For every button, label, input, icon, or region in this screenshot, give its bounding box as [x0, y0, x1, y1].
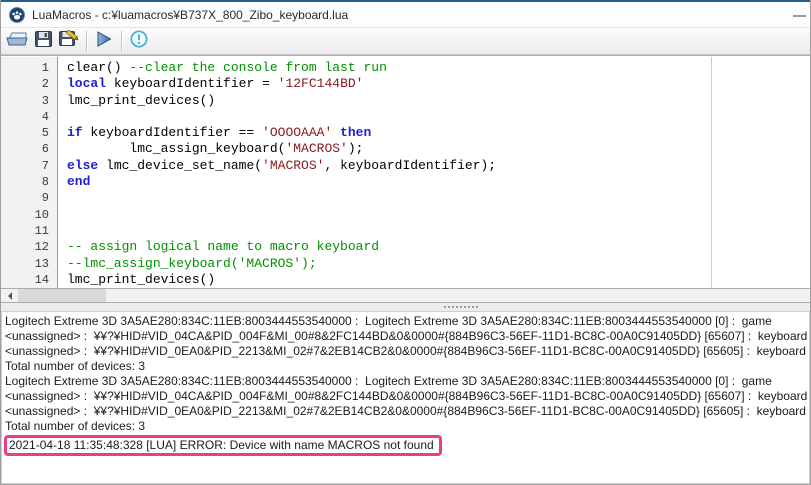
- grip-dots-icon: [444, 306, 478, 308]
- line-number: 6: [1, 141, 57, 157]
- scroll-left-arrow-icon: [8, 292, 12, 300]
- code-line[interactable]: [67, 190, 810, 206]
- save-as-button[interactable]: [56, 29, 82, 53]
- code-token: lmc_print_devices(): [67, 93, 215, 108]
- code-token: [332, 125, 340, 140]
- code-token: keyboardIdentifier =: [106, 76, 278, 91]
- editor-gutter: 123456789101112131415: [1, 57, 58, 288]
- code-token: then: [340, 125, 371, 140]
- code-token: lmc_print_devices(): [67, 272, 215, 287]
- console-line: <unassigned> : ¥¥?¥HID#VID_0EA0&PID_2213…: [5, 404, 809, 419]
- save-button[interactable]: [30, 29, 56, 53]
- line-number: 12: [1, 239, 57, 255]
- line-number: 8: [1, 174, 57, 190]
- splitter[interactable]: [1, 303, 810, 311]
- line-number: 11: [1, 223, 57, 239]
- console-panel[interactable]: Logitech Extreme 3D 3A5AE280:834C:11EB:8…: [1, 311, 810, 484]
- toolbar: [1, 27, 810, 55]
- run-icon: [97, 31, 112, 52]
- line-number: 2: [1, 76, 57, 92]
- toolbar-separator: [86, 31, 87, 51]
- console-line: Logitech Extreme 3D 3A5AE280:834C:11EB:8…: [5, 374, 809, 389]
- line-number: 7: [1, 158, 57, 174]
- window-title: LuaMacros - c:¥luamacros¥B737X_800_Zibo_…: [32, 8, 348, 22]
- code-token: );: [348, 141, 364, 156]
- code-token: local: [67, 76, 106, 91]
- code-token: lmc_device_set_name(: [98, 158, 262, 173]
- paw-icon: [9, 7, 25, 23]
- line-number: 5: [1, 125, 57, 141]
- console-line: <unassigned> : ¥¥?¥HID#VID_04CA&PID_004F…: [5, 329, 809, 344]
- line-number: 4: [1, 109, 57, 125]
- code-line[interactable]: -- assign logical name to macro keyboard: [67, 239, 810, 255]
- code-token: '12FC144BD': [278, 76, 364, 91]
- code-line[interactable]: [67, 207, 810, 223]
- right-margin-line: [711, 57, 712, 288]
- code-line[interactable]: if keyboardIdentifier == 'OOOOAAA' then: [67, 125, 810, 141]
- code-token: --clear the console from last run: [129, 60, 386, 75]
- code-line[interactable]: lmc_assign_keyboard('MACROS');: [67, 141, 810, 157]
- code-editor[interactable]: 123456789101112131415 clear() --clear th…: [1, 55, 810, 288]
- horizontal-scrollbar[interactable]: [1, 288, 810, 303]
- code-token: --lmc_assign_keyboard('MACROS');: [67, 256, 317, 271]
- scrollbar-thumb[interactable]: [18, 289, 106, 302]
- code-token: , keyboardIdentifier);: [324, 158, 496, 173]
- scroll-left-button[interactable]: [1, 289, 18, 302]
- code-token: clear(): [67, 60, 129, 75]
- line-number: 3: [1, 93, 57, 109]
- code-line[interactable]: lmc_print_devices(): [67, 93, 810, 109]
- code-line[interactable]: [67, 223, 810, 239]
- line-number: 1: [1, 60, 57, 76]
- console-line: Logitech Extreme 3D 3A5AE280:834C:11EB:8…: [5, 314, 809, 329]
- line-number: 13: [1, 256, 57, 272]
- line-number: 9: [1, 190, 57, 206]
- console-error-line: 2021-04-18 11:35:48:328 [LUA] ERROR: Dev…: [4, 435, 442, 456]
- code-line[interactable]: local keyboardIdentifier = '12FC144BD': [67, 76, 810, 92]
- open-button[interactable]: [4, 29, 30, 53]
- code-line[interactable]: [67, 109, 810, 125]
- console-line: Total number of devices: 3: [5, 419, 809, 434]
- code-line[interactable]: clear() --clear the console from last ru…: [67, 60, 810, 76]
- console-line: Total number of devices: 3: [5, 359, 809, 374]
- minimize-icon[interactable]: [793, 15, 806, 17]
- toolbar-separator: [121, 31, 122, 51]
- code-token: 'OOOOAAA': [262, 125, 332, 140]
- code-token: 'MACROS': [285, 141, 347, 156]
- run-button[interactable]: [91, 29, 117, 53]
- code-area[interactable]: clear() --clear the console from last ru…: [59, 57, 810, 288]
- code-line[interactable]: end: [67, 174, 810, 190]
- code-token: keyboardIdentifier ==: [83, 125, 262, 140]
- open-file-icon: [6, 30, 28, 52]
- console-line: <unassigned> : ¥¥?¥HID#VID_04CA&PID_004F…: [5, 389, 809, 404]
- code-token: end: [67, 174, 90, 189]
- save-as-icon: [59, 30, 79, 52]
- code-line[interactable]: else lmc_device_set_name('MACROS', keybo…: [67, 158, 810, 174]
- code-token: -- assign logical name to macro keyboard: [67, 239, 379, 254]
- code-token: if: [67, 125, 83, 140]
- code-line[interactable]: --lmc_assign_keyboard('MACROS');: [67, 256, 810, 272]
- console-line: <unassigned> : ¥¥?¥HID#VID_0EA0&PID_2213…: [5, 344, 809, 359]
- title-bar[interactable]: LuaMacros - c:¥luamacros¥B737X_800_Zibo_…: [1, 2, 810, 27]
- code-token: else: [67, 158, 98, 173]
- info-button[interactable]: [126, 29, 152, 53]
- luamacros-window: LuaMacros - c:¥luamacros¥B737X_800_Zibo_…: [0, 0, 811, 485]
- code-line[interactable]: lmc_print_devices(): [67, 272, 810, 288]
- code-token: lmc_assign_keyboard(: [67, 141, 285, 156]
- line-number: 14: [1, 272, 57, 288]
- info-icon: [130, 30, 148, 53]
- code-token: 'MACROS': [262, 158, 324, 173]
- line-number: 10: [1, 207, 57, 223]
- save-icon: [35, 31, 52, 52]
